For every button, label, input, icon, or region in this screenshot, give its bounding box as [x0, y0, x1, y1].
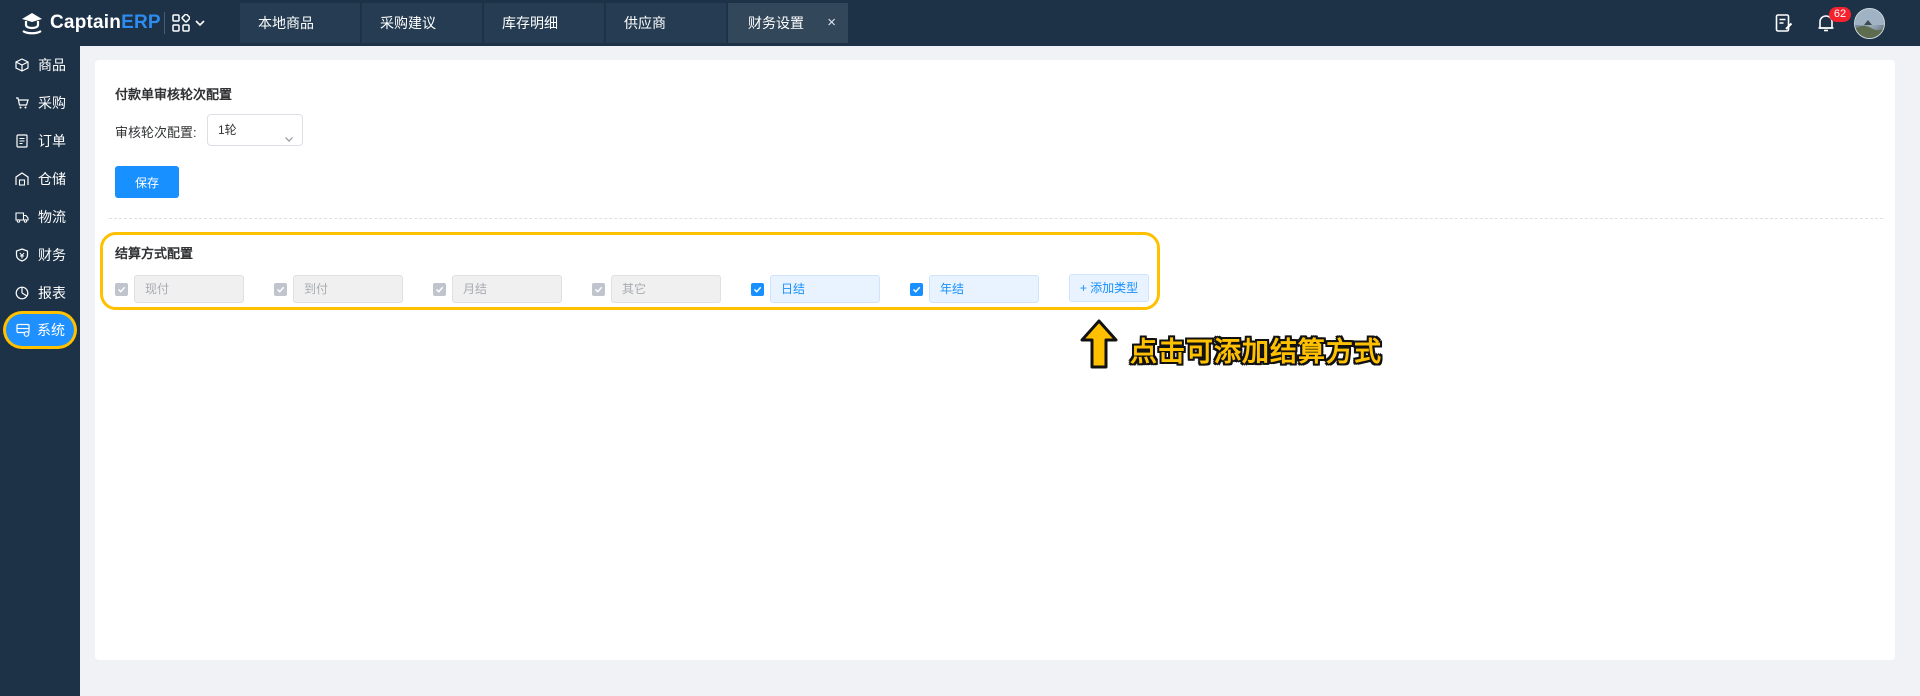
- sidebar-item-label: 系统: [37, 322, 65, 338]
- settlement-item-cash: 现付: [115, 275, 244, 303]
- tab-purchase-suggestions[interactable]: 采购建议: [362, 3, 482, 43]
- checkbox[interactable]: [751, 282, 764, 296]
- finance-icon: [15, 248, 29, 262]
- tab-finance-settings[interactable]: 财务设置 ×: [728, 3, 848, 43]
- annotation-text: 点击可添加结算方式: [1130, 337, 1382, 368]
- settlement-input: 到付: [293, 275, 403, 303]
- sidebar-item-purchase[interactable]: 采购: [0, 84, 80, 122]
- truck-icon: [15, 210, 29, 224]
- sidebar-item-warehouse[interactable]: 仓储: [0, 160, 80, 198]
- sidebar-item-label: 财务: [38, 247, 66, 263]
- chevron-down-icon: [195, 20, 205, 27]
- tab-suppliers[interactable]: 供应商: [606, 3, 726, 43]
- settlement-item-cod: 到付: [274, 275, 403, 303]
- save-button[interactable]: 保存: [115, 166, 179, 198]
- edit-note-icon[interactable]: [1774, 13, 1794, 36]
- checkbox-disabled: [115, 282, 128, 296]
- settlement-input: 其它: [611, 275, 721, 303]
- settlement-item-yearly: 年结: [910, 275, 1039, 303]
- notification-badge: 62: [1829, 7, 1851, 22]
- tab-label: 库存明细: [502, 15, 558, 31]
- review-rounds-label: 审核轮次配置:: [115, 125, 197, 140]
- tab-label: 财务设置: [748, 15, 804, 31]
- sidebar-item-label: 订单: [38, 133, 66, 149]
- chevron-down-icon: [284, 125, 294, 155]
- sidebar-item-label: 仓储: [38, 171, 66, 187]
- settlement-input[interactable]: 日结: [770, 275, 880, 303]
- settlement-title: 结算方式配置: [115, 246, 194, 261]
- settlement-input: 现付: [134, 275, 244, 303]
- page-tabs: 本地商品 采购建议 库存明细 供应商 财务设置 ×: [240, 3, 850, 43]
- review-rounds-select[interactable]: 1轮: [207, 114, 303, 146]
- sidebar-item-system[interactable]: 系统: [6, 314, 74, 346]
- sidebar-item-label: 报表: [38, 285, 66, 301]
- captain-logo-icon: [22, 13, 42, 35]
- sidebar: 商品 采购 订单 仓储 物流 财务 报表 系统: [0, 46, 80, 696]
- sidebar-item-label: 采购: [38, 95, 66, 111]
- app-switcher[interactable]: [164, 12, 206, 34]
- sidebar-item-orders[interactable]: 订单: [0, 122, 80, 160]
- settings-card: 付款单审核轮次配置 审核轮次配置: 1轮 保存 结算方式配置 现付 到付 月结 …: [95, 60, 1895, 660]
- sidebar-item-products[interactable]: 商品: [0, 46, 80, 84]
- avatar[interactable]: [1854, 8, 1885, 39]
- settlement-input: 月结: [452, 275, 562, 303]
- chart-pie-icon: [15, 286, 29, 300]
- apps-grid-icon: [172, 14, 190, 32]
- app-logo-text: CaptainERP: [50, 12, 161, 33]
- tab-label: 本地商品: [258, 15, 314, 31]
- add-type-button[interactable]: + 添加类型: [1069, 274, 1149, 302]
- settlement-input[interactable]: 年结: [929, 275, 1039, 303]
- cart-icon: [15, 96, 29, 110]
- checkbox-disabled: [274, 282, 287, 296]
- top-bar: CaptainERP 本地商品 采购建议 库存明细 供应商 财务设置 × 62: [0, 0, 1920, 46]
- order-icon: [15, 134, 29, 148]
- section-divider: [109, 218, 1883, 219]
- review-rounds-value: 1轮: [218, 123, 237, 137]
- tab-inventory-details[interactable]: 库存明细: [484, 3, 604, 43]
- checkbox-disabled: [433, 282, 446, 296]
- app-logo[interactable]: CaptainERP: [18, 9, 161, 37]
- close-icon[interactable]: ×: [827, 3, 836, 43]
- box-icon: [15, 58, 29, 72]
- tab-label: 采购建议: [380, 15, 436, 31]
- sidebar-item-label: 物流: [38, 209, 66, 225]
- tab-local-products[interactable]: 本地商品: [240, 3, 360, 43]
- payment-review-title: 付款单审核轮次配置: [115, 87, 233, 102]
- divider: [164, 12, 165, 34]
- settlement-item-daily: 日结: [751, 275, 880, 303]
- settlement-item-monthly: 月结: [433, 275, 562, 303]
- tab-label: 供应商: [624, 15, 666, 31]
- sidebar-item-finance[interactable]: 财务: [0, 236, 80, 274]
- sidebar-item-logistics[interactable]: 物流: [0, 198, 80, 236]
- checkbox-disabled: [592, 282, 605, 296]
- arrow-up-icon: [1078, 318, 1120, 373]
- warehouse-icon: [15, 172, 29, 186]
- settlement-item-other: 其它: [592, 275, 721, 303]
- sidebar-item-reports[interactable]: 报表: [0, 274, 80, 312]
- system-icon: [16, 323, 30, 337]
- sidebar-item-label: 商品: [38, 57, 66, 73]
- checkbox[interactable]: [910, 282, 923, 296]
